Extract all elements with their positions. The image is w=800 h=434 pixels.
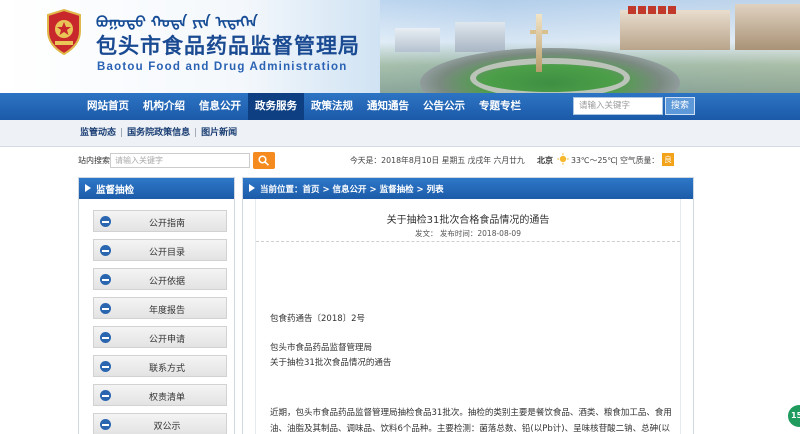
separator: | [120,128,124,138]
sidebar-item-label: 公开申请 [148,335,185,345]
divider [256,241,680,242]
banner-sign [628,6,688,16]
floating-badge[interactable]: 15 [788,405,800,427]
notice-subject: 关于抽检31批次食品情况的通告 [270,358,392,368]
banner-monument [536,14,542,72]
minus-circle-icon [100,361,111,372]
sidebar-title: 监督抽检 [96,185,135,196]
sidebar-item-label: 公开指南 [148,219,185,229]
sidebar-item-label: 双公示 [153,422,181,432]
sidebar-item-label: 权责清单 [148,393,185,403]
nav-item[interactable]: 专题专栏 [472,93,528,120]
minus-circle-icon [100,274,111,285]
sub-nav-link[interactable]: 国务院政策信息 [127,128,190,138]
air-quality-badge: 良 [662,153,674,166]
nav-item[interactable]: 政策法规 [304,93,360,120]
search-icon [258,155,270,166]
utility-bar: 站内搜索： 请输入关键字 今天是：2018年8月10日 星期五 戊戌年 六月廿九… [0,149,800,173]
content-panel: 当前位置：首页 > 信息公开 > 监督抽检 > 列表 关于抽检31批次合格食品情… [242,177,694,434]
nav-item[interactable]: 信息公开 [192,93,248,120]
banner-roundabout [470,58,630,93]
banner-building [735,4,800,50]
site-title[interactable]: 包头市食品药品监督管理局 [96,30,360,60]
weather-city: 北京 [537,156,553,165]
nav-search-button[interactable]: 搜索 [665,97,695,115]
site-subtitle: Baotou Food and Drug Administration [97,61,348,73]
article-meta: 发文： 发布时间：2018-08-09 [415,229,521,238]
minus-circle-icon [100,419,111,430]
separator: | [194,128,198,138]
sub-nav: 监管动态 | 国务院政策信息 | 图片新闻 [0,120,800,147]
site-search-input[interactable]: 请输入关键字 [110,153,250,168]
document-number: 包食药通告〔2018〕2号 [270,314,366,324]
sidebar-item[interactable]: 公开申请 [93,326,227,348]
sidebar-item[interactable]: 公开指南 [93,210,227,232]
triangle-right-icon [85,184,91,192]
sidebar-item[interactable]: 双公示 [93,413,227,434]
article-title: 关于抽检31批次合格食品情况的通告 [386,215,550,226]
sidebar-item-label: 年度报告 [148,306,185,316]
sub-nav-link[interactable]: 图片新闻 [201,128,237,138]
date-display: 今天是：2018年8月10日 星期五 戊戌年 六月廿九 [350,156,525,165]
sidebar-item-label: 公开目录 [148,248,185,258]
sidebar-item-label: 联系方式 [148,364,185,374]
national-emblem-icon [47,9,81,55]
sub-nav-link[interactable]: 监管动态 [80,128,116,138]
sidebar-item[interactable]: 年度报告 [93,297,227,319]
issuing-authority: 包头市食品药品监督管理局 [270,343,373,353]
minus-circle-icon [100,245,111,256]
banner-building [395,28,440,52]
sidebar-item[interactable]: 公开目录 [93,239,227,261]
nav-search-input[interactable]: 请输入关键字 [573,97,663,115]
nav-item[interactable]: 机构介绍 [136,93,192,120]
site-search-button[interactable] [253,152,275,169]
article-paragraph: 近期，包头市食品药品监督管理局抽检食品31批次。抽检的类别主要是餐饮食品、酒类、… [270,408,672,434]
banner-building [455,22,505,52]
sidebar-item[interactable]: 权责清单 [93,384,227,406]
sub-nav-links: 监管动态 | 国务院政策信息 | 图片新闻 [80,120,237,147]
nav-item[interactable]: 政务服务 [248,93,304,120]
sidebar-header: 监督抽检 [79,178,234,199]
sun-icon [557,153,569,165]
sidebar-item-label: 公开依据 [148,277,185,287]
main-nav-list: 网站首页 机构介绍 信息公开 政务服务 政策法规 通知通告 公告公示 专题专栏 [80,93,528,120]
content-header: 当前位置：首页 > 信息公开 > 监督抽检 > 列表 [243,178,693,199]
left-sidebar: 监督抽检 公开指南公开目录公开依据年度报告公开申请联系方式权责清单双公示 [78,177,235,434]
site-banner: ᠪᠣᠭᠣᠲᠣ ᠬᠣᠲᠠ ᠶᠢᠨ ᠢᠳᠡᠭᠡᠨ 包头市食品药品监督管理局 Baot… [0,0,800,93]
sidebar-item[interactable]: 公开依据 [93,268,227,290]
weather-temperature: 33℃～25℃ [571,156,617,165]
air-quality-label: | 空气质量： [615,156,660,165]
minus-circle-icon [100,303,111,314]
article: 关于抽检31批次合格食品情况的通告 发文： 发布时间：2018-08-09 包食… [255,199,681,434]
breadcrumb[interactable]: 当前位置：首页 > 信息公开 > 监督抽检 > 列表 [260,183,444,195]
mongolian-title: ᠪᠣᠭᠣᠲᠣ ᠬᠣᠲᠠ ᠶᠢᠨ ᠢᠳᠡᠭᠡᠨ [96,13,258,31]
triangle-right-icon [249,184,255,192]
nav-item[interactable]: 公告公示 [416,93,472,120]
nav-item[interactable]: 网站首页 [80,93,136,120]
nav-item[interactable]: 通知通告 [360,93,416,120]
minus-circle-icon [100,332,111,343]
sidebar-item[interactable]: 联系方式 [93,355,227,377]
minus-circle-icon [100,216,111,227]
minus-circle-icon [100,390,111,401]
